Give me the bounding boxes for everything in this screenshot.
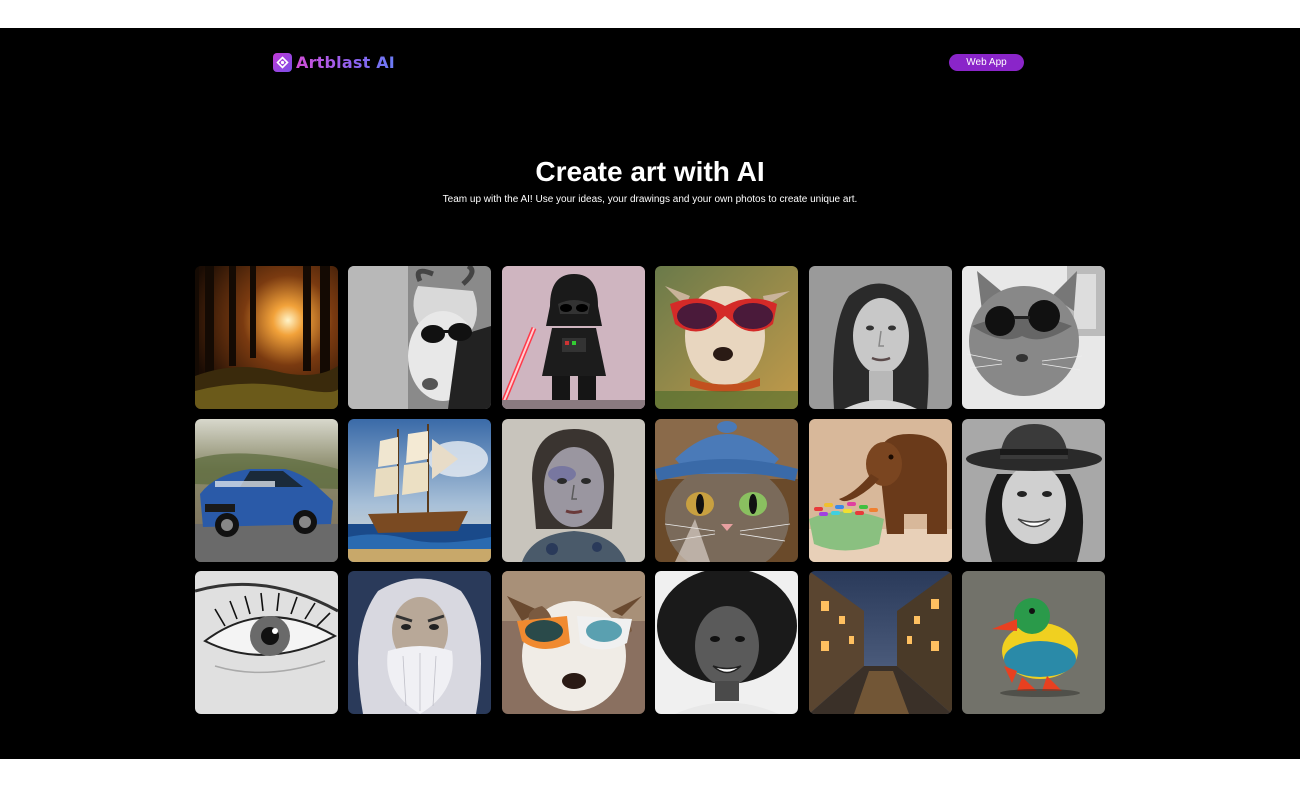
gallery-image-blue-mustang-car[interactable]	[195, 418, 338, 562]
gallery-grid	[195, 266, 1105, 714]
logo-icon	[273, 53, 292, 72]
logo-link[interactable]: Artblast AI	[273, 53, 395, 72]
page: Artblast AI Web App Create art with AI T…	[0, 28, 1300, 759]
gallery-image-painted-girl[interactable]	[501, 418, 645, 562]
gallery-image-darth-vader-figure[interactable]	[501, 266, 645, 409]
navbar: Artblast AI Web App	[273, 52, 1024, 74]
gallery-image-goat-sunglasses[interactable]	[348, 266, 492, 409]
gallery-image-dog-red-sunglasses[interactable]	[655, 266, 799, 409]
gallery-image-sailing-ship[interactable]	[348, 418, 492, 562]
gallery-image-old-wizard-man[interactable]	[348, 571, 492, 714]
gallery-image-rubber-duck[interactable]	[961, 571, 1105, 714]
web-app-button[interactable]: Web App	[949, 54, 1024, 71]
gallery-image-eye-lashes-bw[interactable]	[195, 571, 338, 714]
gallery-image-cat-sunglasses-bw[interactable]	[961, 266, 1105, 409]
hero-title: Create art with AI	[535, 156, 765, 187]
gallery-image-dog-goggles[interactable]	[501, 571, 645, 714]
gallery-image-woman-hat-bw[interactable]	[961, 418, 1105, 562]
logo-text: Artblast AI	[296, 53, 395, 72]
hero-subtitle: Team up with the AI! Use your ideas, you…	[442, 194, 858, 205]
gallery-image-cat-blue-hat[interactable]	[655, 418, 799, 562]
gallery-image-woman-afro-bw[interactable]	[655, 571, 799, 714]
gallery-image-woman-portrait-bw[interactable]	[808, 266, 952, 409]
gallery-image-wooden-elephant-candy[interactable]	[808, 418, 952, 562]
gallery-image-night-street[interactable]	[808, 571, 952, 714]
gallery-image-sunset-forest[interactable]	[195, 266, 338, 409]
